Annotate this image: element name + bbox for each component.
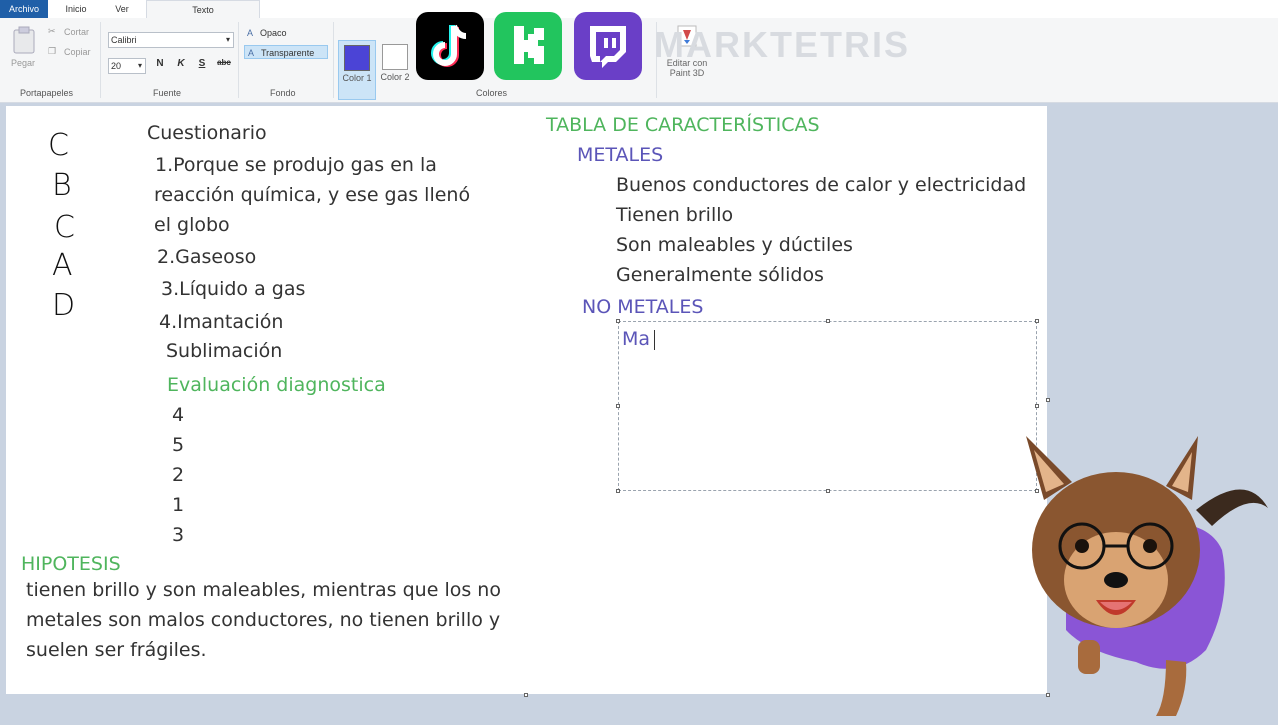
font-size-value: 20	[111, 61, 122, 71]
tab-inicio[interactable]: Inicio	[56, 0, 96, 18]
kick-logo	[494, 12, 562, 80]
copy-button[interactable]: Copiar	[64, 47, 91, 57]
text-cursor	[654, 330, 655, 350]
diagnostic-value: 1	[172, 494, 185, 516]
hypothesis-line3: suelen ser frágiles.	[26, 639, 207, 661]
canvas-resize-handle[interactable]	[1046, 398, 1050, 402]
answer-1-line3: el globo	[154, 214, 230, 236]
handwritten-letter: C	[54, 210, 75, 245]
opaque-label: Opaco	[260, 28, 287, 38]
answer-2: 2.Gaseoso	[157, 246, 257, 268]
handwritten-letter: B	[52, 168, 72, 203]
answer-4b: Sublimación	[166, 340, 283, 362]
color2-button[interactable]: Color 2	[376, 40, 414, 100]
metals-item: Tienen brillo	[616, 204, 734, 226]
tab-texto[interactable]: Texto	[146, 0, 260, 19]
answer-4: 4.Imantación	[159, 311, 284, 333]
color1-button[interactable]: Color 1	[338, 40, 376, 100]
resize-handle[interactable]	[616, 404, 620, 408]
diagnostic-value: 4	[172, 404, 185, 426]
underline-button[interactable]: S	[195, 58, 209, 69]
canvas-resize-handle[interactable]	[524, 693, 528, 697]
font-size-select[interactable]: 20 ▾	[108, 58, 146, 74]
font-family-value: Calibri	[111, 35, 137, 45]
transparent-icon: A	[248, 48, 255, 58]
metals-title: METALES	[577, 144, 664, 166]
opaque-icon: A	[247, 28, 254, 38]
resize-handle[interactable]	[826, 489, 830, 493]
table-title: TABLA DE CARACTERÍSTICAS	[546, 114, 820, 136]
ribbon-divider	[238, 22, 239, 98]
hypothesis-line2: metales son malos conductores, no tienen…	[26, 609, 501, 631]
diagnostic-value: 3	[172, 524, 185, 546]
questionnaire-title: Cuestionario	[147, 122, 267, 144]
watermark-text: MARKTETRIS	[654, 24, 910, 65]
font-group-label: Fuente	[153, 88, 182, 98]
ribbon-divider	[333, 22, 334, 98]
bold-button[interactable]: N	[153, 58, 167, 69]
hypothesis-title: HIPOTESIS	[21, 553, 121, 575]
tab-archivo[interactable]: Archivo	[0, 0, 48, 18]
metals-item: Buenos conductores de calor y electricid…	[616, 174, 1027, 196]
nonmetals-title: NO METALES	[582, 296, 704, 318]
resize-handle[interactable]	[616, 489, 620, 493]
color2-label: Color 2	[380, 72, 410, 82]
handwritten-letter: D	[52, 288, 76, 323]
paste-button[interactable]: Pegar	[11, 58, 35, 68]
clipboard-group-label: Portapapeles	[20, 88, 74, 98]
text-input-content[interactable]: Ma	[622, 328, 650, 350]
paste-icon[interactable]	[12, 26, 36, 54]
diagnostic-value: 2	[172, 464, 185, 486]
answer-3: 3.Líquido a gas	[161, 278, 306, 300]
twitch-logo	[574, 12, 642, 80]
handwritten-letter: A	[52, 248, 73, 283]
chevron-down-icon: ▾	[137, 61, 142, 70]
resize-handle[interactable]	[1035, 319, 1039, 323]
dog-mascot-image	[1016, 430, 1278, 720]
color2-swatch	[382, 44, 408, 70]
tab-ver[interactable]: Ver	[102, 0, 142, 18]
resize-handle[interactable]	[616, 319, 620, 323]
transparent-button[interactable]: A Transparente	[244, 45, 328, 59]
color1-label: Color 1	[342, 73, 372, 83]
text-selection-box[interactable]: Ma	[618, 321, 1037, 491]
background-group-label: Fondo	[270, 88, 296, 98]
cut-icon[interactable]: ✂	[48, 26, 56, 37]
diagnostic-value: 5	[172, 434, 185, 456]
tiktok-logo	[416, 12, 484, 80]
diagnostic-title: Evaluación diagnostica	[167, 374, 386, 396]
strikethrough-button[interactable]: abc	[214, 58, 234, 67]
resize-handle[interactable]	[826, 319, 830, 323]
italic-button[interactable]: K	[174, 58, 188, 69]
copy-icon[interactable]: ❐	[48, 46, 56, 57]
color1-swatch	[344, 45, 370, 71]
font-family-select[interactable]: Calibri ▾	[108, 32, 234, 48]
ribbon-divider	[100, 22, 101, 98]
answer-1-line2: reacción química, y ese gas llenó	[154, 184, 471, 206]
opaque-button[interactable]: A Opaco	[244, 26, 328, 40]
metals-item: Son maleables y dúctiles	[616, 234, 853, 256]
answer-1-line1: 1.Porque se produjo gas en la	[155, 154, 437, 176]
resize-handle[interactable]	[1035, 404, 1039, 408]
hypothesis-line1: tienen brillo y son maleables, mientras …	[26, 579, 501, 601]
handwritten-letter: C	[48, 128, 69, 163]
cut-button[interactable]: Cortar	[64, 27, 89, 37]
colors-group-label: Colores	[476, 88, 508, 98]
transparent-label: Transparente	[261, 48, 315, 58]
chevron-down-icon: ▾	[225, 35, 230, 44]
metals-item: Generalmente sólidos	[616, 264, 824, 286]
